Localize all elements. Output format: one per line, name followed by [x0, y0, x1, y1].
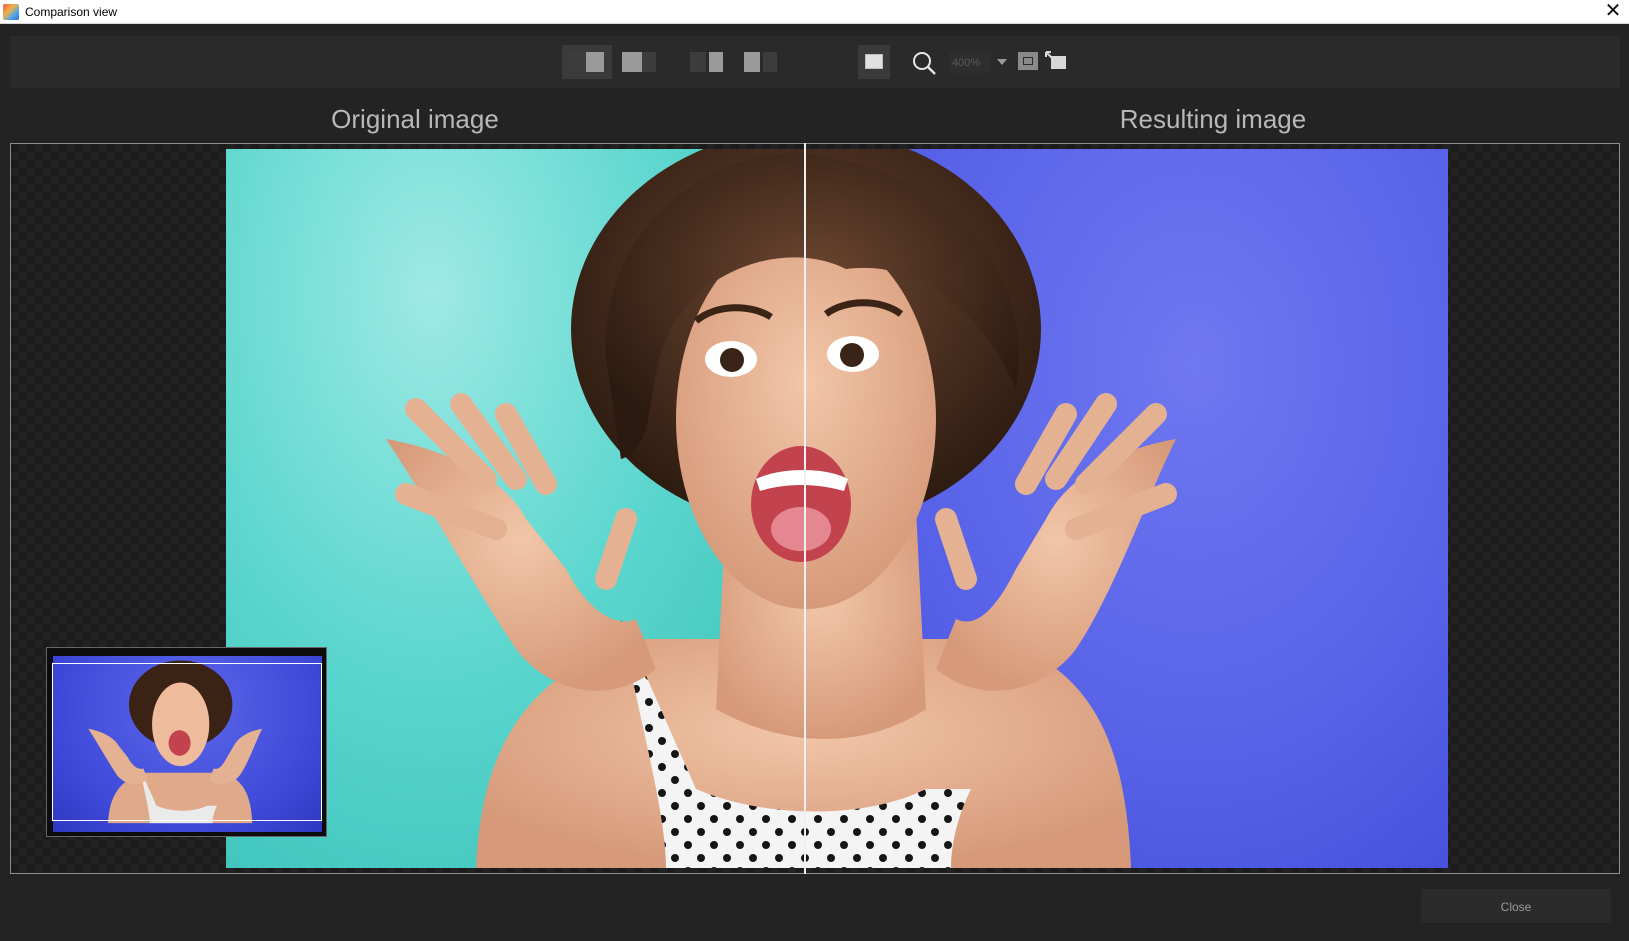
fit-to-window-button[interactable] — [1018, 52, 1038, 70]
window-title: Comparison view — [25, 4, 118, 19]
split-view-button[interactable] — [562, 45, 612, 79]
side-by-side-button[interactable] — [686, 45, 736, 79]
close-button[interactable]: Close — [1421, 889, 1611, 923]
title-bar: Comparison view ✕ — [0, 0, 1629, 24]
single-view-icon — [622, 52, 642, 72]
window-close-icon[interactable]: ✕ — [1601, 0, 1625, 24]
fullscreen-button[interactable] — [858, 45, 890, 79]
zoom-icon[interactable] — [911, 50, 937, 76]
fullscreen-icon — [865, 54, 883, 69]
toolbar: 400% — [10, 36, 1620, 88]
comparison-photo — [226, 149, 1448, 868]
comparison-divider-handle[interactable] — [804, 143, 806, 874]
portrait-figure — [386, 149, 1177, 868]
zoom-level-field[interactable]: 400% — [948, 50, 992, 74]
before-after-button[interactable] — [740, 45, 790, 79]
side-by-side-icon — [690, 52, 706, 72]
zoom-dropdown-icon[interactable] — [994, 50, 1010, 74]
fit-to-window-icon — [1023, 57, 1033, 65]
single-view-button[interactable] — [616, 45, 666, 79]
original-image-heading: Original image — [331, 104, 499, 134]
split-view-icon — [568, 52, 586, 72]
before-after-icon — [744, 52, 760, 72]
navigator-viewport-frame[interactable] — [52, 663, 322, 821]
actual-size-icon[interactable] — [1044, 50, 1068, 72]
resulting-image-heading: Resulting image — [1119, 104, 1307, 134]
app-icon — [3, 3, 19, 20]
